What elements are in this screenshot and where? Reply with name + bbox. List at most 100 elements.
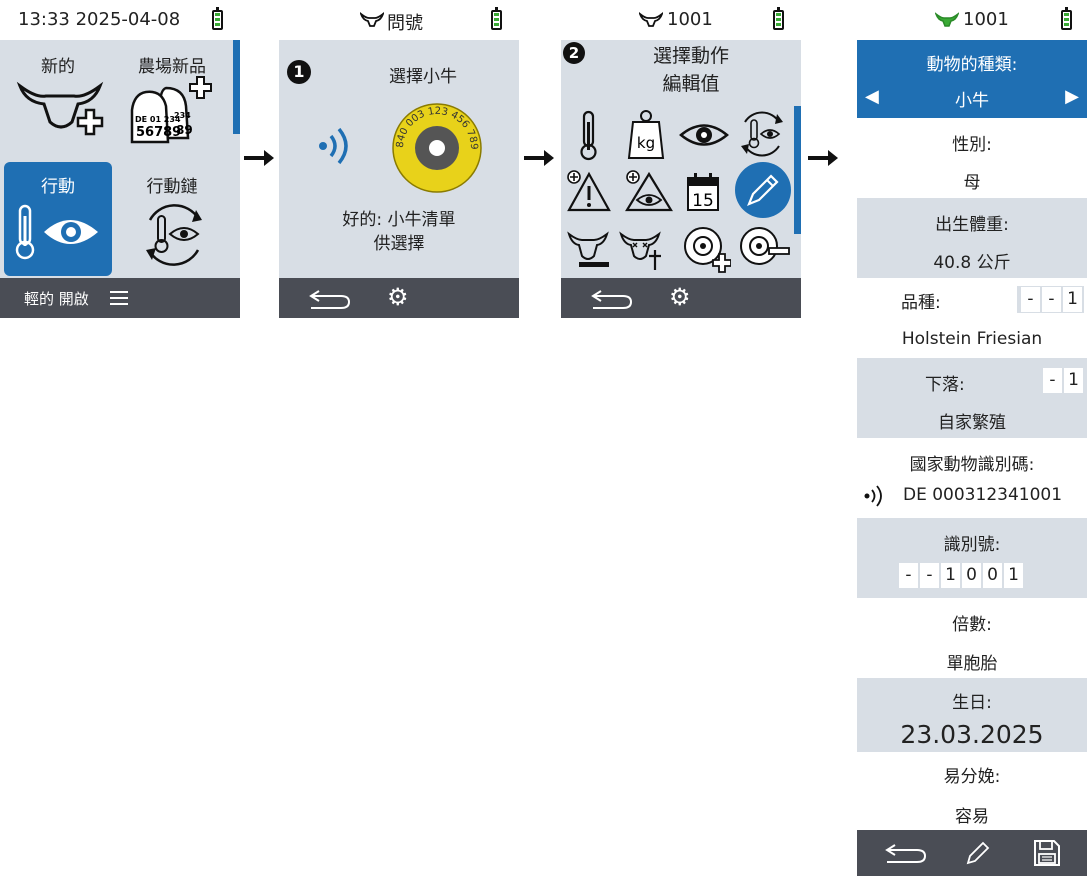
breed-code-digit: -: [1042, 287, 1061, 312]
tile-action-label: 行動: [41, 177, 75, 197]
pencil-icon[interactable]: [733, 160, 793, 220]
menu-icon[interactable]: [110, 290, 130, 306]
breed-field[interactable]: 品種: --1 Holstein Friesian: [857, 278, 1087, 358]
birthday-field[interactable]: 生日: 23.03.2025: [857, 678, 1087, 752]
national-id-label: 國家動物識別碼:: [909, 455, 1035, 475]
cow-icon: [360, 12, 384, 27]
weight-kg-icon[interactable]: kg: [625, 108, 667, 160]
origin-value: 自家繁殖: [938, 413, 1006, 433]
cow-plus-icon: [16, 81, 104, 136]
tile-action[interactable]: 行動: [4, 162, 112, 276]
battery-icon: [212, 7, 223, 30]
hint-line-1: 好的: 小牛清單: [342, 210, 456, 230]
gender-label: 性別:: [952, 135, 992, 155]
gender-field[interactable]: 性別: 母: [857, 118, 1087, 198]
birthday-label: 生日:: [952, 693, 992, 713]
animal-type-field[interactable]: 動物的種類: ◀ 小牛 ▶: [857, 40, 1087, 118]
content-area: 2 選擇動作 編輯值 kg 15: [561, 40, 801, 278]
bottom-bar: 輕的 開啟: [0, 278, 240, 318]
birth-weight-value: 40.8 公斤: [933, 253, 1011, 273]
tile-new[interactable]: 新的: [4, 42, 112, 152]
save-icon[interactable]: [1033, 839, 1061, 867]
origin-label: 下落:: [925, 375, 965, 395]
calendar-icon[interactable]: 15: [685, 170, 721, 212]
status-bar: 1001: [561, 0, 801, 40]
national-id-value: DE 000312341001: [903, 485, 1063, 505]
flow-arrow-3: [808, 150, 838, 166]
breed-code-digit: 1: [1063, 287, 1082, 312]
id-number-field[interactable]: 識別號: --1001: [857, 518, 1087, 598]
screen-calf-detail: 1001 動物的種類: ◀ 小牛 ▶ 性別: 母 出生體重: 40.8 公斤 品…: [857, 0, 1087, 876]
thermometer-icon[interactable]: [577, 110, 603, 162]
instruction-text: 選擇動作 編輯值: [631, 42, 751, 98]
quick-open-button[interactable]: 輕的 開啟: [24, 288, 89, 309]
pencil-icon[interactable]: [965, 840, 991, 866]
id-digit: -: [920, 563, 939, 588]
animal-type-value: 小牛: [955, 91, 989, 111]
back-icon[interactable]: [883, 842, 929, 866]
flow-arrow-2: [524, 150, 554, 166]
origin-code[interactable]: -1: [1041, 368, 1083, 393]
screen-title: 1001: [667, 9, 713, 30]
status-time: 13:33 2025-04-08: [18, 9, 181, 30]
tile-action-chain-label: 行動鏈: [146, 177, 198, 197]
birth-weight-label: 出生體重:: [935, 215, 1009, 235]
rfid-signal-icon: [864, 485, 882, 507]
eye-icon[interactable]: [679, 120, 729, 150]
id-number-label: 識別號:: [943, 535, 1001, 555]
scrollbar[interactable]: [794, 106, 801, 234]
cow-minus-icon[interactable]: [567, 230, 613, 272]
id-digit: 0: [983, 563, 1002, 588]
animal-type-label: 動物的種類:: [926, 55, 1018, 75]
step-badge: 2: [563, 42, 585, 64]
multiple-label: 倍數:: [952, 615, 992, 635]
calving-value: 容易: [955, 807, 989, 827]
breed-code[interactable]: --1: [1017, 286, 1084, 313]
id-digit: 1: [941, 563, 960, 588]
screen-title: 問號: [387, 13, 423, 34]
step-badge: 1: [287, 60, 311, 84]
instruction-text: 選擇小牛: [389, 67, 457, 87]
rfid-tag-icon: 840 003 123 456 789: [392, 103, 482, 193]
calendar-day: 15: [692, 191, 714, 211]
alert-plus-icon[interactable]: [565, 168, 611, 212]
tag-line-3: 234: [174, 111, 191, 120]
birthday-value: 23.03.2025: [900, 720, 1044, 749]
battery-icon: [491, 7, 502, 30]
tile-action-chain[interactable]: 行動鏈: [118, 162, 226, 276]
id-digit: 1: [1004, 563, 1023, 588]
hint-text: 好的: 小牛清單 供選擇: [279, 208, 519, 256]
settings-icon[interactable]: ⚙: [669, 284, 691, 310]
back-icon[interactable]: [589, 288, 635, 310]
cycle-icon[interactable]: [737, 108, 787, 160]
origin-code-digit: 1: [1064, 368, 1083, 393]
rfid-signal-icon: [319, 127, 348, 165]
tag-plus-icon[interactable]: [681, 224, 731, 274]
national-id-field[interactable]: 國家動物識別碼: DE 000312341001: [857, 438, 1087, 518]
origin-field[interactable]: 下落: -1 自家繁殖: [857, 358, 1087, 438]
scrollbar[interactable]: [233, 40, 240, 134]
multiple-value: 單胞胎: [946, 654, 998, 674]
battery-icon: [773, 7, 784, 30]
tile-farm-new[interactable]: 農場新品 DE 01 234 56789 234 89: [118, 42, 226, 152]
birth-weight-field[interactable]: 出生體重: 40.8 公斤: [857, 198, 1087, 278]
breed-value: Holstein Friesian: [901, 329, 1043, 349]
status-bar: 問號: [279, 0, 519, 40]
flow-arrow-1: [244, 150, 274, 166]
cycle-thermometer-eye-icon: [146, 204, 202, 266]
multiple-birth-field[interactable]: 倍數: 單胞胎: [857, 598, 1087, 678]
hint-line-2: 供選擇: [373, 234, 425, 254]
settings-icon[interactable]: ⚙: [387, 284, 409, 310]
next-arrow-icon[interactable]: ▶: [1065, 86, 1079, 107]
screen-select-calf: 問號 1 選擇小牛 840 003 123 456 789 好的: 小牛清單 供…: [279, 0, 519, 318]
id-number-digits[interactable]: --1001: [897, 563, 1023, 588]
calving-ease-field[interactable]: 易分娩: 容易: [857, 752, 1087, 828]
instruction-line-2: 編輯值: [662, 73, 720, 95]
back-icon[interactable]: [307, 288, 353, 310]
eye-alert-plus-icon[interactable]: [623, 168, 673, 212]
cow-death-icon[interactable]: [619, 228, 669, 272]
weight-unit: kg: [637, 134, 655, 152]
status-bar: 13:33 2025-04-08: [0, 0, 240, 40]
tag-minus-icon[interactable]: [737, 224, 791, 274]
calving-label: 易分娩:: [943, 767, 1001, 787]
